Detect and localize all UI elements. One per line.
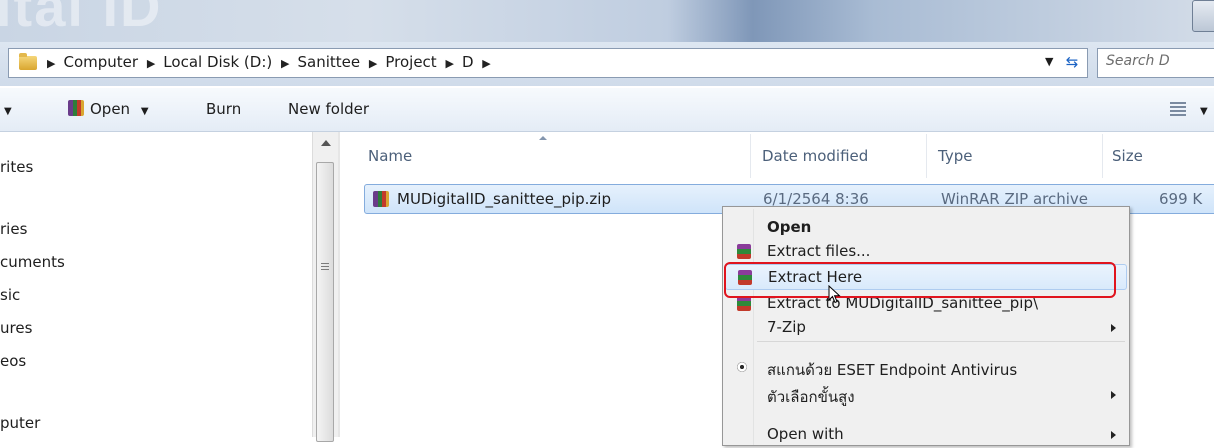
column-header-size[interactable]: Size xyxy=(1112,147,1143,165)
submenu-arrow-icon xyxy=(1111,391,1116,399)
column-divider[interactable] xyxy=(750,134,751,178)
new-folder-button[interactable]: New folder xyxy=(288,100,369,118)
nav-item-videos[interactable]: eos xyxy=(0,352,26,370)
column-header-date-modified[interactable]: Date modified xyxy=(762,147,868,165)
open-button-label: Open xyxy=(90,100,131,118)
winrar-icon xyxy=(68,100,84,116)
nav-item-computer[interactable]: puter xyxy=(0,414,40,432)
organize-dropdown-icon[interactable]: ▼ xyxy=(4,100,12,118)
breadcrumb-sanittee[interactable]: Sanittee xyxy=(298,53,361,71)
window-title-bar: ital ID xyxy=(0,0,1214,42)
menu-item-open[interactable]: Open xyxy=(725,215,1127,241)
breadcrumb-project[interactable]: Project xyxy=(385,53,436,71)
grip-icon xyxy=(321,263,329,271)
scrollbar-thumb[interactable] xyxy=(316,162,334,442)
winrar-icon xyxy=(737,244,751,259)
breadcrumb-d[interactable]: D xyxy=(462,53,474,71)
nav-item-favorites[interactable]: rites xyxy=(0,158,33,176)
window-control-button[interactable] xyxy=(1192,0,1214,32)
address-dropdown-icon[interactable]: ▼ xyxy=(1045,55,1053,68)
column-divider[interactable] xyxy=(1102,134,1103,178)
change-view-icon[interactable] xyxy=(1170,102,1186,116)
nav-item-pictures[interactable]: ures xyxy=(0,319,32,337)
menu-item-label: 7-Zip xyxy=(767,318,806,336)
submenu-arrow-icon xyxy=(1111,431,1116,439)
menu-separator xyxy=(757,341,1125,342)
menu-item-open-with[interactable]: Open with xyxy=(725,422,1127,448)
chevron-down-icon: ▼ xyxy=(140,106,149,117)
breadcrumb-arrow-icon[interactable]: ▶ xyxy=(369,57,377,70)
breadcrumb-arrow-icon[interactable]: ▶ xyxy=(47,57,55,70)
menu-item-label: Open xyxy=(767,218,812,236)
column-divider[interactable] xyxy=(926,134,927,178)
column-header-name[interactable]: Name xyxy=(368,147,412,165)
nav-item-music[interactable]: sic xyxy=(0,286,20,304)
breadcrumb-arrow-icon[interactable]: ▶ xyxy=(482,57,490,70)
menu-item-label: Extract files... xyxy=(767,242,871,260)
winrar-icon xyxy=(737,296,751,311)
file-size: 699 K xyxy=(1159,190,1203,208)
address-bar[interactable]: ▶ Computer ▶ Local Disk (D:) ▶ Sanittee ▶ Pr… xyxy=(8,48,1088,78)
menu-item-label: สแกนด้วย ESET Endpoint Antivirus xyxy=(767,361,1018,379)
sort-ascending-icon xyxy=(539,136,547,140)
breadcrumb-arrow-icon[interactable]: ▶ xyxy=(445,57,453,70)
context-menu: Open Extract files... Extract Here Extra… xyxy=(722,206,1130,446)
navigation-scrollbar[interactable] xyxy=(312,132,339,442)
mouse-cursor-icon xyxy=(828,285,841,304)
breadcrumb: ▶ Computer ▶ Local Disk (D:) ▶ Sanittee ▶ Pr… xyxy=(43,53,499,71)
breadcrumb-local-disk[interactable]: Local Disk (D:) xyxy=(163,53,272,71)
winrar-zip-icon xyxy=(373,191,389,207)
column-header-type[interactable]: Type xyxy=(938,147,972,165)
menu-item-7zip[interactable]: 7-Zip xyxy=(725,315,1127,341)
breadcrumb-arrow-icon[interactable]: ▶ xyxy=(147,57,155,70)
breadcrumb-computer[interactable]: Computer xyxy=(63,53,138,71)
breadcrumb-arrow-icon[interactable]: ▶ xyxy=(281,57,289,70)
menu-item-eset-scan[interactable]: สแกนด้วย ESET Endpoint Antivirus xyxy=(725,355,1127,381)
navigation-pane: rites ries cuments sic ures eos puter xyxy=(0,132,312,437)
menu-item-advanced-options[interactable]: ตัวเลือกขั้นสูง xyxy=(725,382,1127,408)
nav-item-libraries[interactable]: ries xyxy=(0,220,27,238)
menu-item-label: ตัวเลือกขั้นสูง xyxy=(767,388,855,406)
burn-button[interactable]: Burn xyxy=(206,100,241,118)
refresh-icon[interactable]: ⇆ xyxy=(1061,52,1083,72)
command-bar: ▼ Open ▼ Burn New folder ▼ xyxy=(0,88,1214,132)
eset-icon xyxy=(737,362,747,372)
view-dropdown-icon[interactable]: ▼ xyxy=(1200,100,1208,118)
window-title-ghost: ital ID xyxy=(0,0,163,38)
file-name: MUDigitalID_sanittee_pip.zip xyxy=(397,190,611,208)
menu-item-label: Open with xyxy=(767,425,844,443)
search-input[interactable]: Search D xyxy=(1097,48,1214,78)
scroll-up-icon[interactable] xyxy=(321,140,331,146)
submenu-arrow-icon xyxy=(1111,324,1116,332)
address-bar-row: ▶ Computer ▶ Local Disk (D:) ▶ Sanittee ▶ Pr… xyxy=(0,42,1214,86)
folder-icon xyxy=(19,53,37,70)
open-button[interactable]: Open ▼ xyxy=(68,100,149,118)
annotation-highlight xyxy=(724,262,1116,298)
nav-item-documents[interactable]: cuments xyxy=(0,253,65,271)
